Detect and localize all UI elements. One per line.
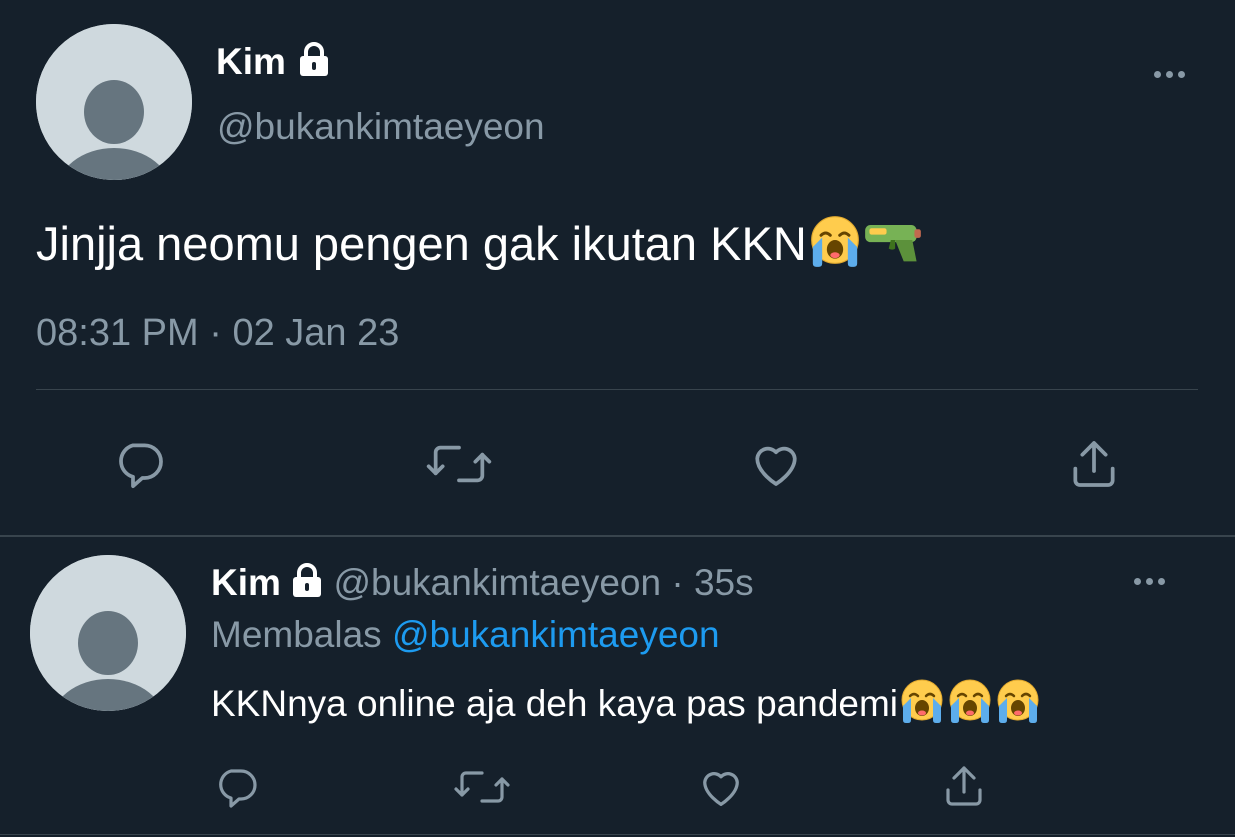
- reply-text: KKNnya online aja deh kaya pas pandemi: [211, 676, 1042, 729]
- default-avatar-icon: [36, 24, 192, 180]
- loudly-crying-face-icon: [900, 678, 944, 724]
- reply-age[interactable]: 35s: [694, 562, 754, 603]
- share-icon[interactable]: [940, 762, 988, 810]
- tweet-text-body: Jinjja neomu pengen gak ikutan KKN: [36, 217, 807, 270]
- replying-to: Membalas @bukankimtaeyeon: [211, 613, 720, 657]
- like-icon[interactable]: [695, 761, 747, 813]
- more-options-icon[interactable]: [1134, 578, 1165, 585]
- tweet-time: 08:31 PM: [36, 312, 199, 354]
- loudly-crying-face-icon: [948, 678, 992, 724]
- more-options-icon[interactable]: [1154, 71, 1185, 78]
- bottom-divider: [0, 834, 1235, 835]
- reply-icon[interactable]: [213, 763, 261, 811]
- reply-display-name[interactable]: Kim: [211, 562, 281, 603]
- replying-label: Membalas: [211, 614, 382, 655]
- water-pistol-icon: [864, 225, 921, 262]
- loudly-crying-face-icon: [809, 215, 860, 268]
- reply-avatar[interactable]: [30, 555, 186, 711]
- lock-icon: [293, 563, 322, 597]
- replying-to-link[interactable]: @bukankimtaeyeon: [392, 614, 720, 655]
- display-name[interactable]: Kim: [216, 40, 330, 84]
- loudly-crying-face-icon: [996, 678, 1040, 724]
- handle[interactable]: @bukankimtaeyeon: [217, 105, 545, 149]
- retweet-icon[interactable]: [452, 763, 512, 811]
- divider: [36, 389, 1198, 390]
- section-divider: [0, 535, 1235, 537]
- timestamp[interactable]: 08:31 PM · 02 Jan 23: [36, 311, 399, 355]
- tweet-text: Jinjja neomu pengen gak ikutan KKN: [36, 212, 923, 272]
- reply-header: Kim @bukankimtaeyeon · 35s: [211, 561, 754, 605]
- avatar[interactable]: [36, 24, 192, 180]
- reply-icon[interactable]: [112, 436, 168, 492]
- share-icon[interactable]: [1066, 436, 1122, 492]
- reply-handle[interactable]: @bukankimtaeyeon: [333, 562, 661, 603]
- separator-dot: ·: [671, 562, 684, 603]
- lock-icon: [300, 42, 329, 76]
- display-name-text: Kim: [216, 41, 286, 82]
- separator-dot: ·: [209, 312, 222, 354]
- retweet-icon[interactable]: [424, 436, 494, 492]
- tweet-date: 02 Jan 23: [232, 312, 400, 354]
- like-icon[interactable]: [746, 434, 806, 494]
- reply-text-body: KKNnya online aja deh kaya pas pandemi: [211, 683, 899, 724]
- default-avatar-icon: [30, 555, 186, 711]
